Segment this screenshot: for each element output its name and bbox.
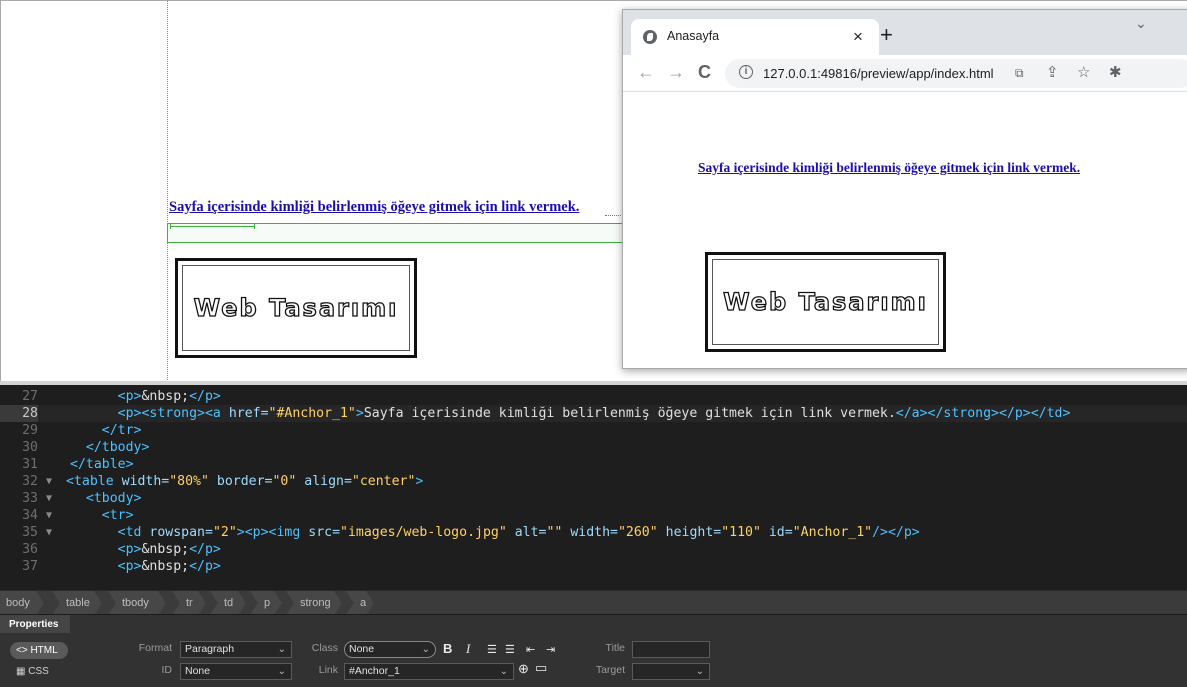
code-line[interactable]: 37 <p>&nbsp;</p>	[0, 558, 1187, 575]
class-select[interactable]: None ⌄	[344, 641, 436, 658]
chevron-down-icon[interactable]: ⌄	[1135, 15, 1147, 32]
info-icon[interactable]: i	[739, 65, 753, 79]
chevron-down-icon: ⌄	[421, 644, 430, 655]
id-select[interactable]: None ⌄	[180, 663, 292, 680]
chevron-down-icon: ⌄	[695, 666, 704, 677]
unordered-list-icon[interactable]: ☰	[487, 643, 497, 656]
format-label: Format	[138, 642, 172, 654]
tag-crumb-tr[interactable]: tr	[172, 591, 206, 615]
bold-button[interactable]: B	[443, 641, 452, 656]
tag-crumb-strong[interactable]: strong	[286, 591, 342, 615]
fold-toggle-icon[interactable]: ▼	[46, 490, 52, 507]
code-line[interactable]: 34 ▼ <tr>	[0, 507, 1187, 524]
close-icon[interactable]: ×	[853, 27, 863, 47]
css-mode-button[interactable]: ▦ CSS	[10, 663, 68, 680]
design-anchor-link[interactable]: Sayfa içerisinde kimliği belirlenmiş öğe…	[169, 199, 579, 216]
fold-toggle-icon[interactable]: ▼	[46, 507, 52, 524]
code-line[interactable]: 35 ▼ <td rowspan="2"><p><img src="images/…	[0, 524, 1187, 541]
tag-crumb-p[interactable]: p	[250, 591, 282, 615]
code-line[interactable]: 30 </tbody>	[0, 439, 1187, 456]
code-line[interactable]: 29 </tr>	[0, 422, 1187, 439]
cell-width-marker	[170, 224, 255, 229]
italic-button[interactable]: I	[466, 641, 470, 657]
indent-icon[interactable]: ⇥	[546, 643, 555, 656]
folder-icon[interactable]: ▭	[535, 660, 547, 676]
fold-toggle-icon[interactable]: ▼	[46, 524, 52, 541]
extensions-icon[interactable]: ✱	[1109, 63, 1122, 81]
point-to-file-icon[interactable]: ⊕	[518, 661, 529, 677]
css-icon: ▦	[16, 666, 29, 677]
code-line[interactable]: 27 <p>&nbsp;</p>	[0, 388, 1187, 405]
reload-icon[interactable]: C	[698, 62, 711, 83]
layout-guide	[167, 1, 168, 381]
address-bar[interactable]: i 127.0.0.1:49816/preview/app/index.html…	[725, 59, 1187, 88]
chevron-down-icon: ⌄	[277, 644, 286, 655]
chevron-down-icon: ⌄	[499, 666, 508, 677]
properties-title: Properties	[9, 619, 59, 630]
browser-tab[interactable]: Anasayfa ×	[631, 19, 879, 55]
code-line[interactable]: 33 ▼ <tbody>	[0, 490, 1187, 507]
browser-tab-bar: Anasayfa × + ⌄	[623, 10, 1187, 55]
chevron-down-icon: ⌄	[277, 666, 286, 677]
code-line-active[interactable]: 28 <p><strong><a href="#Anchor_1">Sayfa …	[0, 405, 1187, 422]
fold-toggle-icon[interactable]: ▼	[46, 473, 52, 490]
link-input[interactable]: #Anchor_1 ⌄	[344, 663, 514, 680]
class-label: Class	[311, 642, 338, 654]
target-select[interactable]: ⌄	[632, 663, 710, 680]
title-input[interactable]	[632, 641, 710, 658]
ordered-list-icon[interactable]: ☰	[505, 643, 515, 656]
format-select[interactable]: Paragraph ⌄	[180, 641, 292, 658]
translate-icon[interactable]: ⧉	[1015, 66, 1024, 81]
target-label: Target	[595, 664, 625, 676]
id-label: ID	[161, 664, 173, 676]
link-label: Link	[318, 664, 338, 676]
design-logo-image[interactable]: Web Tasarımı	[175, 258, 417, 358]
share-icon[interactable]: ⇪	[1046, 63, 1059, 81]
design-view[interactable]: Sayfa içerisinde kimliği belirlenmiş öğe…	[0, 0, 1187, 381]
tag-selector-bar: body table tbody tr td p strong a	[0, 590, 1187, 614]
tag-crumb-table[interactable]: table	[52, 591, 102, 615]
tag-crumb-td[interactable]: td	[210, 591, 246, 615]
globe-icon	[643, 30, 657, 44]
url-text[interactable]: 127.0.0.1:49816/preview/app/index.html	[763, 66, 994, 81]
tag-crumb-tbody[interactable]: tbody	[108, 591, 166, 615]
code-line[interactable]: 32 ▼ <table width="80%" border="0" align="…	[0, 473, 1187, 490]
forward-arrow-icon[interactable]: →	[667, 62, 685, 83]
browser-page-content: Sayfa içerisinde kimliği belirlenmiş öğe…	[623, 93, 1187, 368]
tag-crumb-a[interactable]: a	[346, 591, 374, 615]
star-icon[interactable]: ☆	[1077, 63, 1090, 81]
new-tab-button[interactable]: +	[880, 22, 893, 48]
code-line[interactable]: 36 <p>&nbsp;</p>	[0, 541, 1187, 558]
html-mode-button[interactable]: <> HTML	[10, 642, 68, 659]
browser-preview-window[interactable]: Anasayfa × + ⌄ ← → C i 127.0.0.1:49816/p…	[622, 9, 1187, 369]
browser-toolbar: ← → C i 127.0.0.1:49816/preview/app/inde…	[623, 55, 1187, 92]
title-label: Title	[605, 642, 625, 654]
properties-panel: Properties <> HTML ▦ CSS Format Paragrap…	[0, 614, 1187, 687]
tag-crumb-body[interactable]: body	[0, 591, 44, 615]
preview-logo-image: Web Tasarımı	[705, 252, 946, 352]
outdent-icon[interactable]: ⇤	[526, 643, 535, 656]
preview-anchor-link[interactable]: Sayfa içerisinde kimliği belirlenmiş öğe…	[698, 160, 1080, 176]
code-view[interactable]: 27 <p>&nbsp;</p> 28 <p><strong><a href="…	[0, 381, 1187, 590]
back-arrow-icon[interactable]: ←	[637, 62, 655, 83]
table-row-highlight[interactable]	[167, 223, 627, 243]
code-line[interactable]: 31 </table>	[0, 456, 1187, 473]
tab-title: Anasayfa	[667, 29, 720, 43]
